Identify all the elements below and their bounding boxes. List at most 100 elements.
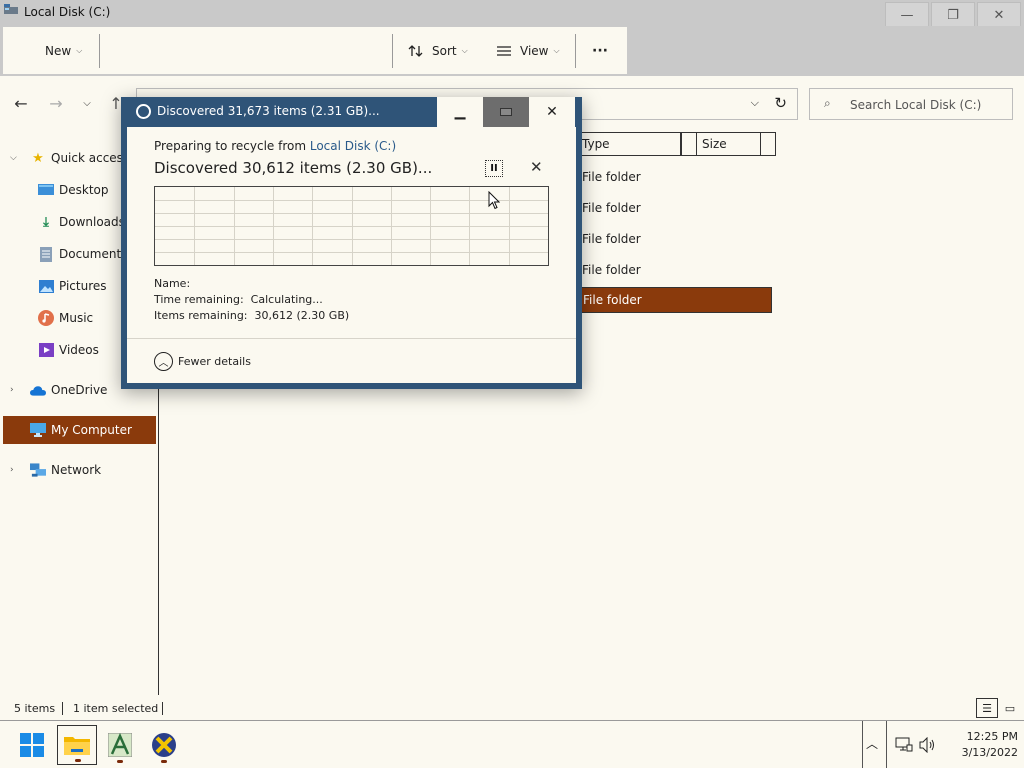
toolbar-divider bbox=[575, 34, 576, 68]
column-divider[interactable] bbox=[761, 132, 776, 156]
restore-button[interactable]: ❐ bbox=[931, 2, 975, 28]
pause-button[interactable]: II bbox=[485, 160, 503, 177]
taskbar-file-explorer[interactable] bbox=[57, 725, 97, 765]
nav-label: Music bbox=[59, 311, 94, 325]
chevron-up-icon: ︿ bbox=[866, 737, 879, 751]
start-button[interactable] bbox=[12, 725, 52, 765]
chevron-down-icon: ⌵ bbox=[76, 45, 83, 55]
view-icon bbox=[497, 45, 511, 56]
details-view-button[interactable]: ☰ bbox=[976, 698, 998, 718]
items-value: 30,612 (2.30 GB) bbox=[254, 309, 350, 322]
running-indicator bbox=[117, 760, 123, 763]
file-type: File folder bbox=[582, 201, 641, 215]
folder-icon bbox=[64, 737, 90, 755]
view-button[interactable]: View ⌵ bbox=[496, 27, 560, 74]
drive-icon bbox=[4, 4, 18, 14]
window-title-bar: Local Disk (C:) — ❐ ✕ bbox=[0, 0, 1024, 28]
dialog-title-bar: Discovered 31,673 items (2.31 GB)... ▁ ✕ bbox=[121, 97, 582, 127]
column-label: Size bbox=[702, 137, 727, 151]
cancel-operation-button[interactable]: ✕ bbox=[530, 158, 543, 176]
tray-divider bbox=[862, 721, 863, 768]
tiles-view-icon: ▭ bbox=[1004, 701, 1016, 715]
minimize-icon: — bbox=[900, 7, 914, 23]
running-indicator bbox=[75, 759, 81, 762]
document-icon bbox=[38, 246, 54, 262]
show-hidden-icons-button[interactable]: ︿ bbox=[866, 735, 878, 752]
search-icon: ⌕ bbox=[824, 96, 831, 110]
sort-icon bbox=[408, 44, 423, 57]
star-icon: ★ bbox=[32, 150, 44, 166]
more-options-button[interactable]: ··· bbox=[592, 27, 608, 74]
computer-icon bbox=[30, 422, 46, 438]
graph-gridline bbox=[155, 239, 548, 240]
chevron-up-icon: ︿ bbox=[154, 351, 173, 371]
forward-button[interactable]: → bbox=[44, 92, 68, 114]
download-icon: ⤓ bbox=[43, 214, 49, 230]
file-type: File folder bbox=[582, 232, 641, 246]
dialog-divider bbox=[127, 338, 576, 339]
file-type: File folder bbox=[582, 170, 641, 184]
column-divider[interactable] bbox=[681, 132, 697, 156]
detail-items-remaining: Items remaining: 30,612 (2.30 GB) bbox=[154, 309, 349, 322]
toolbar-divider bbox=[392, 34, 393, 68]
pause-icon: II bbox=[490, 163, 498, 174]
mouse-cursor-icon bbox=[488, 191, 500, 210]
network-status-icon[interactable] bbox=[895, 737, 913, 753]
taskbar-app-a[interactable] bbox=[100, 725, 140, 765]
app-x-icon bbox=[152, 733, 176, 757]
dialog-minimize-button[interactable]: ▁ bbox=[437, 97, 483, 127]
chevron-down-icon[interactable]: ⌵ bbox=[10, 153, 17, 163]
taskbar-app-x[interactable] bbox=[144, 725, 184, 765]
table-row[interactable]: File folder bbox=[577, 164, 772, 190]
recycle-progress-dialog: Discovered 31,673 items (2.31 GB)... ▁ ✕… bbox=[121, 97, 582, 389]
system-clock[interactable]: 12:25 PM 3/13/2022 bbox=[940, 729, 1018, 761]
status-bar: 5 items 1 item selected ☰ ▭ bbox=[0, 698, 1024, 720]
music-icon bbox=[38, 310, 54, 326]
source-location-link[interactable]: Local Disk (C:) bbox=[310, 139, 396, 153]
table-row[interactable]: File folder bbox=[577, 195, 772, 221]
item-count: 5 items bbox=[14, 702, 56, 715]
time-label: Time remaining: bbox=[154, 293, 244, 306]
window-title: Local Disk (C:) bbox=[24, 5, 111, 19]
nav-item-network[interactable]: › Network bbox=[0, 456, 156, 484]
close-button[interactable]: ✕ bbox=[977, 2, 1021, 28]
tiles-view-button[interactable]: ▭ bbox=[999, 698, 1021, 718]
discovered-status: Discovered 30,612 items (2.30 GB)... bbox=[154, 159, 433, 177]
table-row[interactable]: File folder bbox=[577, 257, 772, 283]
maximize-icon bbox=[500, 108, 512, 116]
refresh-icon[interactable]: ↻ bbox=[774, 94, 787, 112]
network-icon bbox=[30, 462, 46, 478]
file-type: File folder bbox=[582, 263, 641, 277]
back-button[interactable]: ← bbox=[9, 92, 33, 114]
file-type: File folder bbox=[583, 293, 642, 307]
chevron-right-icon[interactable]: › bbox=[10, 385, 14, 395]
nav-label: My Computer bbox=[51, 423, 132, 437]
sort-label: Sort bbox=[432, 43, 457, 58]
minimize-button[interactable]: — bbox=[885, 2, 929, 28]
address-dropdown-icon[interactable]: ⌵ bbox=[751, 96, 759, 110]
sort-button[interactable]: Sort ⌵ bbox=[408, 27, 468, 74]
recent-locations-button[interactable]: ⌵ bbox=[75, 92, 99, 114]
table-row-selected[interactable]: File folder bbox=[577, 287, 772, 313]
clock-icon bbox=[136, 104, 151, 119]
nav-label: Videos bbox=[59, 343, 99, 357]
fewer-details-button[interactable]: ︿ Fewer details bbox=[154, 351, 251, 371]
graph-gridline bbox=[155, 226, 548, 227]
fewer-details-label: Fewer details bbox=[178, 354, 251, 368]
new-button[interactable]: New ⌵ bbox=[45, 27, 82, 74]
dialog-maximize-button[interactable] bbox=[483, 97, 529, 127]
chevron-down-icon: ⌵ bbox=[461, 45, 468, 55]
windows-logo-icon bbox=[20, 733, 44, 757]
nav-label: Desktop bbox=[59, 183, 109, 197]
table-row[interactable]: File folder bbox=[577, 226, 772, 252]
search-box[interactable]: ⌕ bbox=[809, 88, 1013, 120]
chevron-right-icon[interactable]: › bbox=[10, 465, 14, 475]
search-input[interactable] bbox=[850, 96, 1000, 114]
column-header-type[interactable]: Type bbox=[577, 132, 681, 156]
nav-item-my-computer[interactable]: My Computer bbox=[3, 416, 156, 444]
column-header-size[interactable]: Size bbox=[697, 132, 761, 156]
dialog-close-button[interactable]: ✕ bbox=[529, 97, 575, 127]
chevron-down-icon: ⌵ bbox=[553, 45, 560, 55]
taskbar: ︿ 12:25 PM 3/13/2022 bbox=[0, 720, 1024, 768]
volume-icon[interactable] bbox=[919, 737, 937, 753]
